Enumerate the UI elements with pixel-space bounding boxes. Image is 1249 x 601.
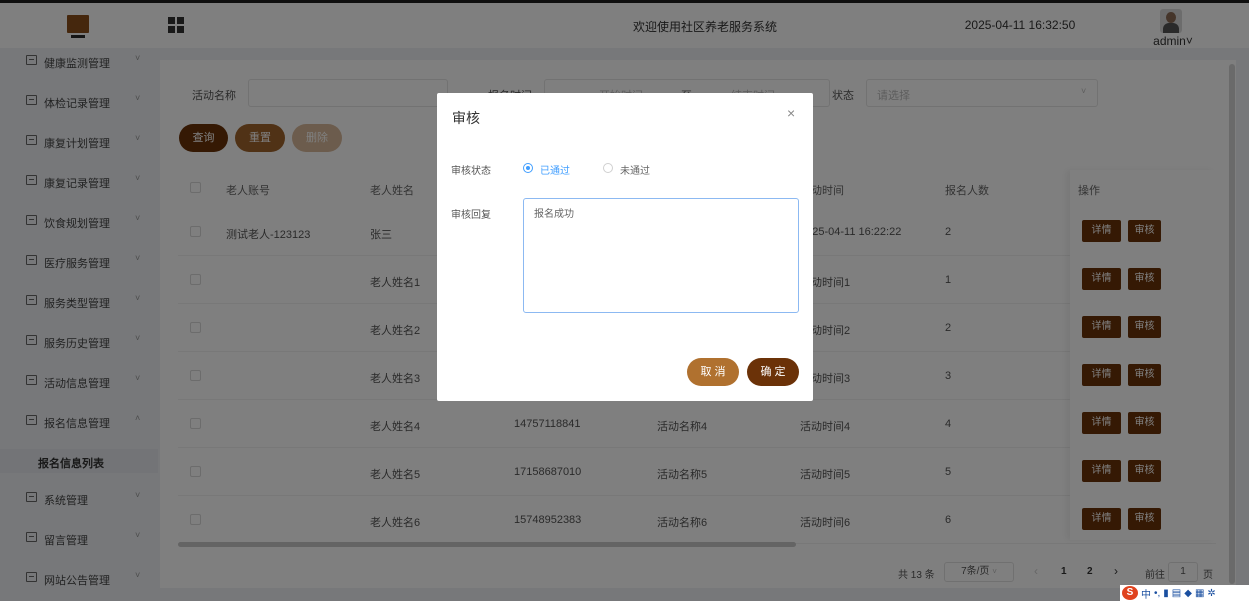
dialog-title: 审核 — [452, 110, 480, 126]
ime-toolbar: S 中 •, ▮ ▤ ◆ ▦ ✲ — [1120, 585, 1249, 601]
cancel-button[interactable]: 取 消 — [687, 358, 739, 386]
skin-icon[interactable]: ◆ — [1184, 588, 1192, 599]
audit-reply-label: 审核回复 — [451, 210, 491, 221]
confirm-button[interactable]: 确 定 — [747, 358, 799, 386]
radio-rejected[interactable] — [603, 163, 613, 173]
radio-approved[interactable] — [523, 163, 533, 173]
punctuation-icon[interactable]: •, — [1154, 588, 1160, 599]
radio-approved-label[interactable]: 已通过 — [540, 162, 570, 177]
toolbox-icon[interactable]: ▦ — [1195, 588, 1204, 599]
audit-status-label: 审核状态 — [451, 166, 491, 177]
radio-rejected-label[interactable]: 未通过 — [620, 162, 650, 177]
sogou-logo-icon[interactable]: S — [1122, 586, 1138, 600]
microphone-icon[interactable]: ▮ — [1163, 588, 1169, 599]
close-icon[interactable]: × — [787, 105, 795, 121]
settings-icon[interactable]: ✲ — [1207, 588, 1215, 599]
audit-reply-textarea[interactable]: 报名成功 — [523, 198, 799, 313]
ime-language-indicator[interactable]: 中 — [1141, 586, 1151, 601]
keyboard-icon[interactable]: ▤ — [1172, 588, 1181, 599]
